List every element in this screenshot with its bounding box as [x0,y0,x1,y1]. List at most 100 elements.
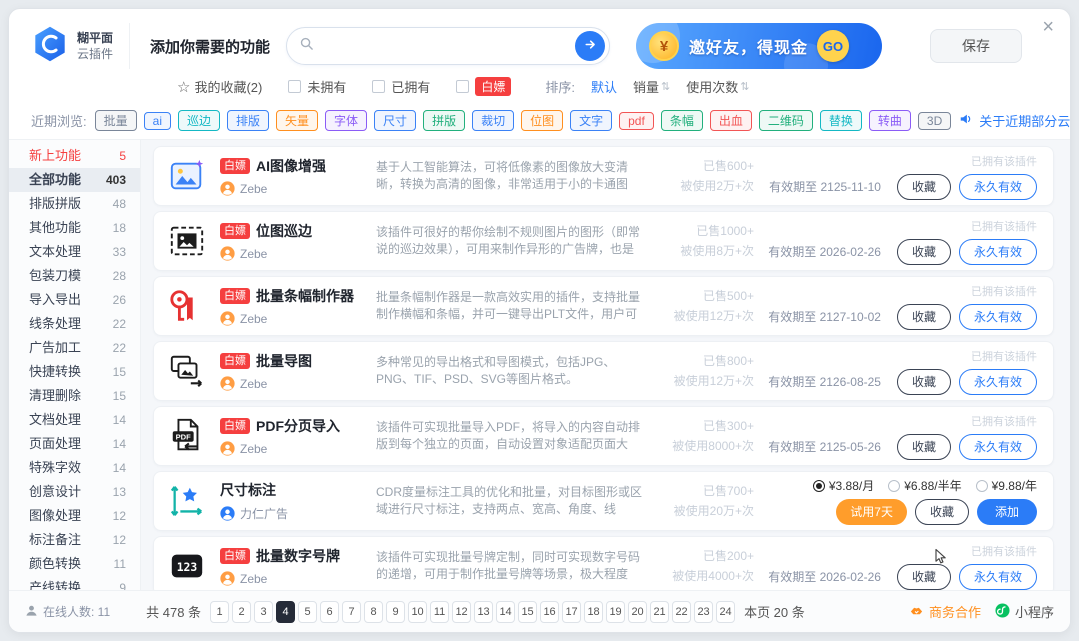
price-option[interactable]: ¥6.88/半年 [888,477,962,494]
favorite-button[interactable]: 收藏 [896,433,951,460]
tag-chip[interactable]: 拼版 [423,110,466,131]
tag-chip[interactable]: 位图 [521,110,564,131]
page-button[interactable]: 19 [606,600,626,623]
page-button[interactable]: 14 [496,600,516,623]
plugin-title[interactable]: 批量导图 [256,351,312,371]
sidebar-item[interactable]: 清理删除 15 [9,384,140,408]
page-button[interactable]: 4 [276,600,296,623]
my-favorites-filter[interactable]: ☆ 我的收藏(2) [177,77,262,96]
sidebar-item[interactable]: 新上功能 5 [9,144,140,168]
page-button[interactable]: 15 [518,600,538,623]
sidebar-item[interactable]: 广告加工 22 [9,336,140,360]
sidebar-item[interactable]: 创意设计 13 [9,480,140,504]
sidebar-item[interactable]: 特殊字效 14 [9,456,140,480]
business-cooperation-link[interactable]: 商务合作 [909,602,981,621]
tag-chip[interactable]: 裁切 [472,110,515,131]
sidebar-item[interactable]: 图像处理 12 [9,504,140,528]
tag-chip[interactable]: 条幅 [660,110,703,131]
sort-usage[interactable]: 使用次数 ⇅ [686,77,749,96]
trial-button[interactable]: 试用7天 [836,499,907,525]
favorite-button[interactable]: 收藏 [896,238,951,265]
page-button[interactable]: 8 [364,600,384,623]
sidebar-item[interactable]: 页面处理 14 [9,432,140,456]
sort-default[interactable]: 默认 [591,77,617,96]
close-icon[interactable]: × [1042,17,1054,37]
favorite-button[interactable]: 收藏 [896,303,951,330]
filter-free[interactable]: 白嫖 [456,77,512,96]
plugin-title[interactable]: 批量条幅制作器 [256,286,354,306]
permanent-button[interactable]: 永久有效 [958,433,1037,460]
page-button[interactable]: 13 [474,600,494,623]
favorite-button[interactable]: 收藏 [896,368,951,395]
tag-chip[interactable]: 排版 [227,110,270,131]
tag-chip[interactable]: 出血 [709,110,752,131]
radio-icon[interactable] [812,479,825,492]
save-button[interactable]: 保存 [930,29,1022,63]
page-button[interactable]: 2 [232,600,252,623]
tag-chip[interactable]: 二维码 [758,110,813,131]
price-option[interactable]: ¥9.88/年 [975,477,1037,494]
page-button[interactable]: 24 [716,600,736,623]
radio-icon[interactable] [975,479,988,492]
page-button[interactable]: 20 [628,600,648,623]
page-button[interactable]: 11 [430,600,450,623]
sort-sales[interactable]: 销量 ⇅ [633,77,670,96]
permanent-button[interactable]: 永久有效 [958,238,1037,265]
checkbox-icon[interactable] [372,80,386,93]
tag-chip[interactable]: pdf [619,111,654,130]
miniapp-link[interactable]: 小程序 [995,602,1054,621]
sidebar-item[interactable]: 包装刀模 28 [9,264,140,288]
radio-icon[interactable] [888,479,901,492]
add-button[interactable]: 添加 [976,499,1037,525]
price-option[interactable]: ¥3.88/月 [812,477,874,494]
invite-banner[interactable]: ¥ 邀好友，得现金 GO [636,23,883,69]
sidebar-item[interactable]: 导入导出 26 [9,288,140,312]
announcement-link[interactable]: 关于近期部分云插件功能下架的公告 [959,111,1070,130]
sidebar-item[interactable]: 排版拼版 48 [9,192,140,216]
sidebar-item[interactable]: 文档处理 14 [9,408,140,432]
tag-chip[interactable]: 文字 [570,110,613,131]
sidebar-item[interactable]: 文本处理 33 [9,240,140,264]
permanent-button[interactable]: 永久有效 [958,368,1037,395]
page-button[interactable]: 21 [650,600,670,623]
page-button[interactable]: 18 [584,600,604,623]
filter-owned[interactable]: 已拥有 [372,77,430,96]
page-button[interactable]: 17 [562,600,582,623]
plugin-title[interactable]: 位图巡边 [256,221,312,241]
tag-chip[interactable]: 字体 [325,110,368,131]
tag-chip[interactable]: 批量 [94,110,137,131]
favorite-button[interactable]: 收藏 [914,499,969,525]
page-button[interactable]: 7 [342,600,362,623]
page-button[interactable]: 1 [210,600,230,623]
page-button[interactable]: 10 [408,600,428,623]
go-button[interactable]: GO [817,30,850,62]
plugin-title[interactable]: 批量数字号牌 [256,546,340,566]
permanent-button[interactable]: 永久有效 [958,563,1037,590]
plugin-title[interactable]: PDF分页导入 [256,416,340,436]
page-button[interactable]: 23 [694,600,714,623]
plugin-title[interactable]: AI图像增强 [256,156,326,176]
tag-chip[interactable]: 3D [917,111,952,130]
filter-unowned[interactable]: 未拥有 [288,77,346,96]
favorite-button[interactable]: 收藏 [896,173,951,200]
tag-chip[interactable]: 替换 [819,110,862,131]
sidebar-item[interactable]: 全部功能 403 [9,168,140,192]
page-button[interactable]: 22 [672,600,692,623]
sidebar-item[interactable]: 产线转换 9 [9,576,140,590]
tag-chip[interactable]: 矢量 [276,110,319,131]
sidebar-item[interactable]: 标注备注 12 [9,528,140,552]
sidebar-item[interactable]: 快捷转换 15 [9,360,140,384]
plugin-title[interactable]: 尺寸标注 [220,480,276,500]
checkbox-icon[interactable] [288,80,302,93]
page-button[interactable]: 12 [452,600,472,623]
permanent-button[interactable]: 永久有效 [958,173,1037,200]
page-button[interactable]: 5 [298,600,318,623]
sidebar-item[interactable]: 颜色转换 11 [9,552,140,576]
tag-chip[interactable]: 尺寸 [374,110,417,131]
page-button[interactable]: 3 [254,600,274,623]
search-input[interactable] [314,37,576,55]
search-submit-button[interactable] [575,31,606,61]
page-button[interactable]: 16 [540,600,560,623]
sidebar-item[interactable]: 线条处理 22 [9,312,140,336]
tag-chip[interactable]: 巡边 [177,110,220,131]
